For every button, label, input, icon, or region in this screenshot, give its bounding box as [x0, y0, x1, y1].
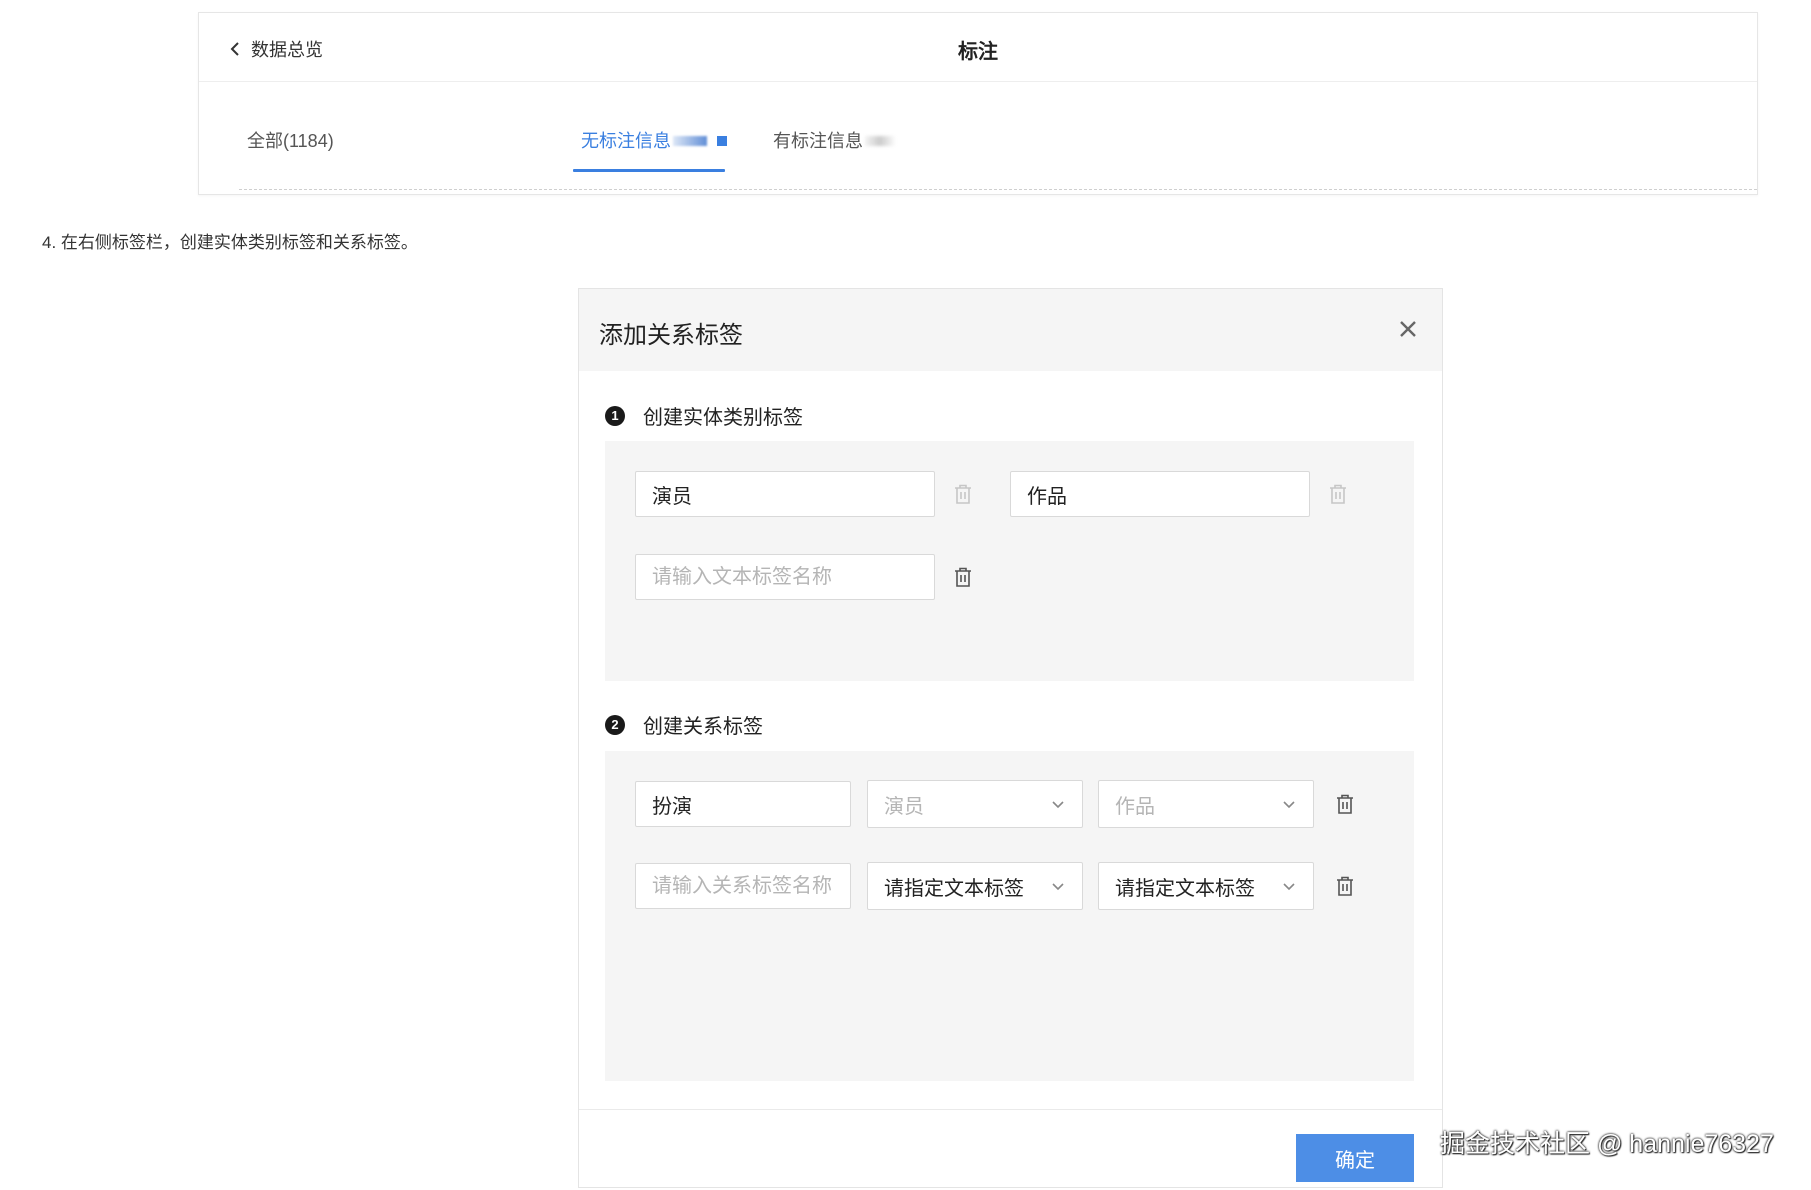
entity-label-input[interactable] — [1010, 471, 1310, 517]
relation-labels-panel: 演员 作品 请指定文本标签 请指定文本标签 — [605, 751, 1414, 1081]
confirm-button[interactable]: 确定 — [1296, 1134, 1414, 1182]
relation-target-placeholder: 请指定文本标签 — [1115, 877, 1255, 900]
relation-label-input[interactable] — [635, 781, 851, 827]
divider — [239, 189, 1757, 190]
step-number-badge: 1 — [605, 405, 625, 426]
relation-target-select[interactable]: 作品 — [1098, 780, 1314, 828]
tab-unannotated[interactable]: 无标注信息 — [581, 127, 727, 153]
watermark: 掘金技术社区 @ hannie76327 — [1440, 1130, 1774, 1158]
chevron-down-icon — [1052, 801, 1064, 809]
trash-icon[interactable] — [1333, 792, 1357, 816]
instruction-text: 4. 在右侧标签栏，创建实体类别标签和关系标签。 — [42, 233, 418, 252]
tab-unannotated-label: 无标注信息 — [581, 131, 671, 151]
relation-source-select[interactable]: 请指定文本标签 — [867, 862, 1083, 910]
entity-labels-panel — [605, 441, 1414, 681]
trash-icon[interactable] — [1333, 874, 1357, 898]
relation-target-value: 作品 — [1115, 795, 1155, 818]
trash-icon[interactable] — [951, 482, 975, 506]
relation-target-select[interactable]: 请指定文本标签 — [1098, 862, 1314, 910]
tab-annotated[interactable]: 有标注信息 — [773, 127, 895, 153]
section-entity-labels-head: 1 创建实体类别标签 — [605, 401, 803, 430]
tab-all[interactable]: 全部(1184) — [247, 127, 334, 153]
relation-source-value: 演员 — [884, 795, 924, 818]
annotation-page-header: 数据总览 标注 全部(1184) 无标注信息 有标注信息 — [198, 12, 1758, 195]
entity-label-input[interactable] — [635, 471, 935, 517]
dialog-header: 添加关系标签 — [579, 289, 1442, 371]
tab-bar: 全部(1184) 无标注信息 有标注信息 — [199, 81, 1757, 173]
tab-all-label: 全部(1184) — [247, 131, 334, 151]
close-icon[interactable] — [1394, 315, 1422, 343]
trash-icon[interactable] — [951, 565, 975, 589]
section-relation-labels-head: 2 创建关系标签 — [605, 710, 763, 739]
add-relation-label-dialog: 添加关系标签 1 创建实体类别标签 2 创建关系标签 演员 — [578, 288, 1443, 1188]
relation-source-select[interactable]: 演员 — [867, 780, 1083, 828]
page-header-bar: 数据总览 标注 — [199, 13, 1757, 82]
active-tab-indicator — [573, 169, 725, 172]
tab-annotated-label: 有标注信息 — [773, 131, 863, 151]
blurred-count-marker — [717, 136, 727, 146]
new-entity-label-input[interactable] — [635, 554, 935, 600]
chevron-down-icon — [1283, 801, 1295, 809]
relation-source-placeholder: 请指定文本标签 — [884, 877, 1024, 900]
step-number-badge: 2 — [605, 714, 625, 735]
dialog-title: 添加关系标签 — [599, 322, 743, 349]
chevron-down-icon — [1283, 883, 1295, 891]
new-relation-label-input[interactable] — [635, 863, 851, 909]
section-entity-labels-title: 创建实体类别标签 — [643, 407, 803, 429]
trash-icon[interactable] — [1326, 482, 1350, 506]
page-title: 标注 — [958, 41, 998, 63]
blurred-count — [865, 136, 895, 146]
blurred-count — [673, 136, 707, 146]
section-relation-labels-title: 创建关系标签 — [643, 716, 763, 738]
dialog-footer: 确定 — [579, 1109, 1442, 1190]
chevron-down-icon — [1052, 883, 1064, 891]
